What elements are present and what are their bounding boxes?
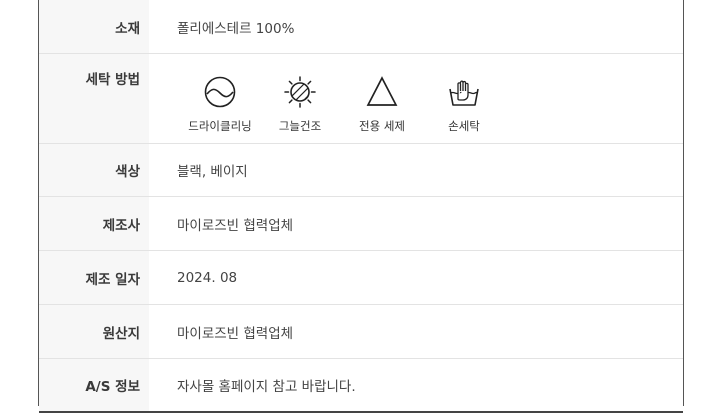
manufacture-date-value: 2024. 08 (177, 269, 238, 286)
color-value: 블랙, 베이지 (177, 164, 248, 180)
product-spec-table: 소재 폴리에스테르 100% 세탁 방법 드라이클리닝 그늘건조 전용 세제 손… (39, 0, 683, 413)
material-label: 소재 (39, 0, 149, 53)
care-label-dry-cleaning: 드라이클리닝 (188, 119, 252, 133)
manufacturer-value: 마이로즈빈 협력업체 (177, 217, 294, 234)
as-info-value: 자사몰 홈페이지 참고 바랍니다. (177, 379, 356, 395)
spec-row-manufacturer: 제조사 마이로즈빈 협력업체 (39, 197, 683, 251)
care-label-hand-wash: 손세탁 (448, 119, 480, 133)
care-label-special-detergent: 전용 세제 (359, 119, 405, 133)
care-item-shade-dry: 그늘건조 (259, 75, 341, 134)
dry-cleaning-icon (204, 76, 236, 108)
spec-row-care: 세탁 방법 드라이클리닝 그늘건조 전용 세제 손세탁 (39, 54, 683, 144)
care-icon-list: 드라이클리닝 그늘건조 전용 세제 손세탁 (177, 54, 683, 134)
material-value: 폴리에스테르 100% (177, 20, 295, 37)
manufacturer-label: 제조사 (39, 197, 149, 250)
hand-wash-icon (449, 80, 479, 106)
spec-row-manufacture-date: 제조 일자 2024. 08 (39, 251, 683, 305)
manufacture-date-label: 제조 일자 (39, 251, 149, 304)
special-detergent-icon (366, 76, 398, 106)
spec-row-as-info: A/S 정보 자사몰 홈페이지 참고 바랍니다. (39, 359, 683, 413)
care-item-special-detergent: 전용 세제 (341, 75, 423, 134)
spec-row-origin: 원산지 마이로즈빈 협력업체 (39, 305, 683, 359)
as-info-label: A/S 정보 (39, 359, 149, 411)
care-item-hand-wash: 손세탁 (423, 75, 505, 134)
origin-value: 마이로즈빈 협력업체 (177, 325, 294, 342)
care-method-label: 세탁 방법 (39, 54, 149, 143)
origin-label: 원산지 (39, 305, 149, 358)
spec-row-material: 소재 폴리에스테르 100% (39, 0, 683, 54)
spec-row-color: 색상 블랙, 베이지 (39, 144, 683, 197)
care-method-value: 드라이클리닝 그늘건조 전용 세제 손세탁 (149, 54, 683, 143)
care-label-shade-dry: 그늘건조 (278, 119, 322, 133)
shade-dry-icon (284, 76, 316, 108)
care-item-dry-cleaning: 드라이클리닝 (181, 75, 259, 134)
color-label: 색상 (39, 144, 149, 196)
